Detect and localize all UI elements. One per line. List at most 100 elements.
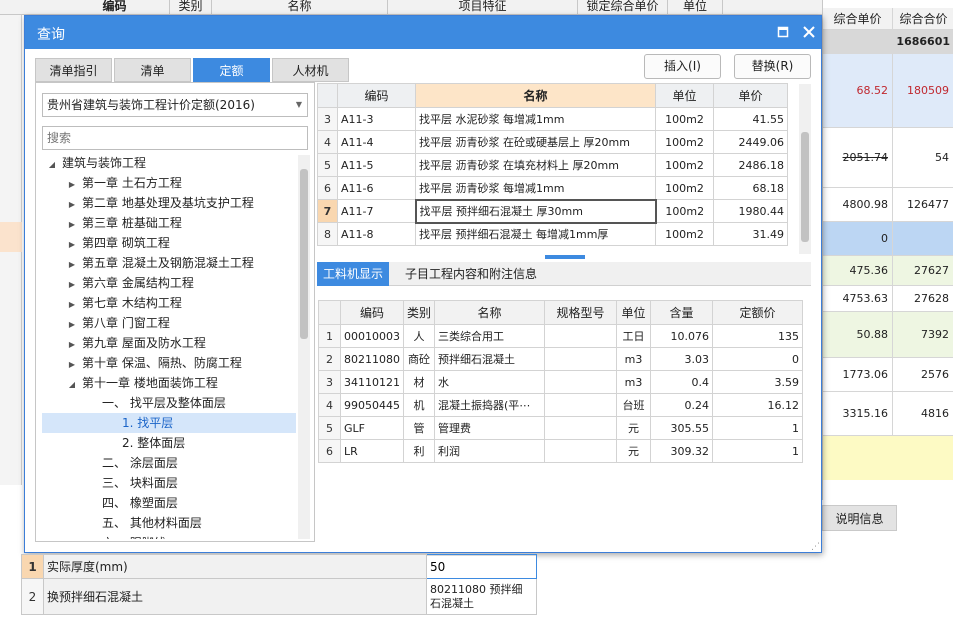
bg-header-code: 编码: [60, 0, 170, 15]
resource-row[interactable]: 4 99050445 机混凝土振捣器(平⋯ 台班 0.24 16.12: [318, 393, 804, 417]
tree-node[interactable]: 1. 找平层: [42, 413, 296, 433]
tree-scrollbar-thumb[interactable]: [300, 169, 308, 339]
bg-tab-description[interactable]: 说明信息: [822, 505, 897, 531]
tab-labor-material-display[interactable]: 工料机显示: [317, 262, 390, 286]
resource-cell-qty: 305.55: [650, 416, 714, 440]
collapsed-arrow-icon[interactable]: ▶: [66, 195, 78, 215]
collapsed-arrow-icon[interactable]: ▶: [66, 315, 78, 335]
bg-row-3-total: 126477: [893, 188, 953, 222]
tree-node[interactable]: ▶三、 块料面层: [42, 473, 296, 493]
tab-work-content-notes[interactable]: 子目工程内容和附注信息: [399, 262, 543, 286]
tree-node[interactable]: ▶五、 其他材料面层: [42, 513, 296, 533]
upper-table-scrollbar-thumb[interactable]: [801, 132, 809, 242]
resource-cell-price: 1: [712, 439, 804, 463]
expanded-arrow-icon[interactable]: ◢: [46, 155, 58, 175]
resource-cell-price: 1: [712, 416, 804, 440]
tree-node-label: 一、 找平层及整体面层: [102, 396, 226, 410]
collapsed-arrow-icon[interactable]: ▶: [66, 275, 78, 295]
lower-header-unit: 单位: [616, 300, 652, 325]
resource-cell-n: 3: [318, 370, 341, 394]
collapsed-arrow-icon[interactable]: ▶: [66, 175, 78, 195]
bg-row-7-total: 7392: [893, 312, 953, 358]
resource-row[interactable]: 6 LR 利利润 元 309.32 1: [318, 439, 804, 463]
bg-total-value: 1686601: [896, 35, 950, 48]
tree-node-label: 三、 块料面层: [102, 476, 178, 490]
quota-library-select[interactable]: 贵州省建筑与装饰工程计价定额(2016) ▼: [42, 93, 308, 117]
tree-node[interactable]: ◢ 建筑与装饰工程: [42, 153, 296, 173]
resize-grip-icon[interactable]: ⋰: [811, 542, 820, 552]
resource-cell-qty: 0.24: [650, 393, 714, 417]
tree-node[interactable]: ◢一、 找平层及整体面层: [42, 393, 296, 413]
tree-node[interactable]: ◢ 第十一章 楼地面装饰工程: [42, 373, 296, 393]
quota-row[interactable]: 7 A11-7 找平层 预拌细石混凝土 厚30mm 100m2 1980.44: [317, 198, 788, 224]
tab-quota[interactable]: 定额: [193, 58, 270, 82]
tree-node[interactable]: ▶ 第五章 混凝土及钢筋混凝土工程: [42, 253, 296, 273]
tab-bill[interactable]: 清单: [114, 58, 191, 82]
quota-cell-price: 2449.06: [713, 130, 788, 154]
thickness-input[interactable]: [427, 555, 536, 578]
tree-node[interactable]: ▶ 第九章 屋面及防水工程: [42, 333, 296, 353]
quota-cell-name: 找平层 预拌细石混凝土 厚30mm: [414, 198, 657, 224]
search-input[interactable]: [42, 126, 308, 150]
resource-row[interactable]: 1 00010003 人三类综合用工 工日 10.076 135: [318, 324, 804, 348]
tree-node[interactable]: ▶ 第八章 门窗工程: [42, 313, 296, 333]
detail-subtabs: 工料机显示 子目工程内容和附注信息: [317, 262, 811, 286]
tree-node[interactable]: ▶二、 涂层面层: [42, 453, 296, 473]
quota-row[interactable]: 8 A11-8 找平层 预拌细石混凝土 每增减1mm厚 100m2 31.49: [317, 222, 788, 246]
resource-cell-unit: 台班: [616, 393, 652, 417]
chapter-tree: ◢ 建筑与装饰工程 ▶ 第一章 土石方工程 ▶ 第二章 地基处理及基坑支护工程 ▶ 第三章 桩…: [42, 153, 296, 539]
upper-table-scrollbar[interactable]: [799, 84, 811, 254]
collapsed-arrow-icon[interactable]: ▶: [66, 295, 78, 315]
param-row-1-value[interactable]: [426, 554, 537, 579]
insert-button[interactable]: 插入(I): [644, 54, 721, 79]
tree-node[interactable]: ▶ 第六章 金属结构工程: [42, 273, 296, 293]
tree-node-label: 第四章 砌筑工程: [82, 236, 170, 250]
maximize-icon[interactable]: [777, 26, 789, 38]
bg-header-unit-price: 综合单价: [823, 8, 893, 30]
collapsed-arrow-icon[interactable]: ▶: [66, 355, 78, 375]
quota-cell-price: 1980.44: [713, 199, 788, 223]
tree-node[interactable]: ▶ 第二章 地基处理及基坑支护工程: [42, 193, 296, 213]
tree-node[interactable]: ▶ 第三章 桩基础工程: [42, 213, 296, 233]
tree-node[interactable]: ▶四、 橡塑面层: [42, 493, 296, 513]
resource-row[interactable]: 3 34110121 材水 m3 0.4 3.59: [318, 370, 804, 394]
expanded-arrow-icon[interactable]: ◢: [66, 375, 78, 395]
resource-cell-n: 2: [318, 347, 341, 371]
tree-node[interactable]: ▶ 第一章 土石方工程: [42, 173, 296, 193]
resource-row[interactable]: 5 GLF 管管理费 元 305.55 1: [318, 416, 804, 440]
tab-labor-material-machine[interactable]: 人材机: [272, 58, 349, 82]
collapsed-arrow-icon[interactable]: ▶: [66, 215, 78, 235]
close-icon[interactable]: [803, 26, 815, 38]
replace-button[interactable]: 替换(R): [734, 54, 811, 79]
collapsed-arrow-icon[interactable]: ▶: [66, 255, 78, 275]
param-row-2-value[interactable]: 80211080 预拌细石混凝土: [426, 578, 537, 615]
tree-node[interactable]: ▶ 第十章 保温、隔热、防腐工程: [42, 353, 296, 373]
bg-row-7-price: 50.88: [823, 312, 893, 358]
tree-node[interactable]: ▶ 第七章 木结构工程: [42, 293, 296, 313]
quota-row[interactable]: 5 A11-5 找平层 沥青砂浆 在填充材料上 厚20mm 100m2 2486.18: [317, 153, 788, 177]
collapsed-arrow-icon[interactable]: ▶: [66, 335, 78, 355]
tree-node-label: 1. 找平层: [122, 416, 174, 430]
tree-node[interactable]: 2. 整体面层: [42, 433, 296, 453]
bg-row-10-highlight: [823, 436, 953, 480]
resource-cell-price: 3.59: [712, 370, 804, 394]
quota-cell-n: 5: [317, 153, 338, 177]
tree-node[interactable]: ▶六、 踢脚线: [42, 533, 296, 539]
resource-row[interactable]: 2 80211080 商砼 预拌细石混凝土 m3 3.03 0: [318, 347, 804, 371]
splitter-handle[interactable]: [545, 255, 585, 259]
dialog-titlebar[interactable]: 查询: [25, 16, 821, 49]
resource-cell-spec: [544, 439, 618, 463]
quota-row[interactable]: 6 A11-6 找平层 沥青砂浆 每增减1mm 100m2 68.18: [317, 176, 788, 200]
tree-node[interactable]: ▶ 第四章 砌筑工程: [42, 233, 296, 253]
tree-scrollbar[interactable]: [298, 155, 310, 539]
tree-node-label: 第一章 土石方工程: [82, 176, 182, 190]
quota-row[interactable]: 3 A11-3 找平层 水泥砂浆 每增减1mm 100m2 41.55: [317, 107, 788, 131]
quota-cell-code: A11-6: [337, 176, 416, 200]
quota-row[interactable]: 4 A11-4 找平层 沥青砂浆 在砼或硬基层上 厚20mm 100m2 2449.06: [317, 130, 788, 154]
tab-bill-guide[interactable]: 清单指引: [35, 58, 112, 82]
quota-cell-code: A11-7: [337, 199, 416, 223]
chevron-down-icon: ▼: [295, 100, 302, 109]
resource-cell-price: 135: [712, 324, 804, 348]
resource-cell-n: 6: [318, 439, 341, 463]
collapsed-arrow-icon[interactable]: ▶: [66, 235, 78, 255]
